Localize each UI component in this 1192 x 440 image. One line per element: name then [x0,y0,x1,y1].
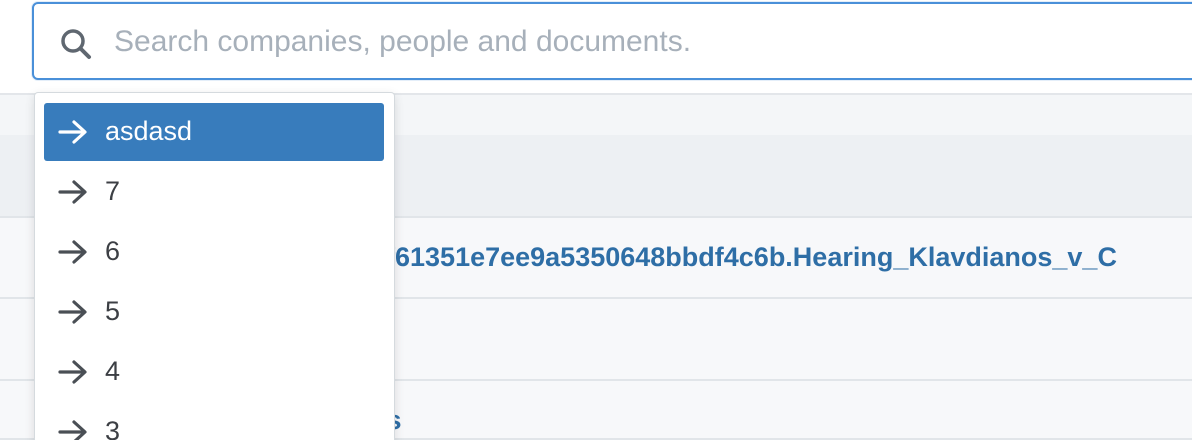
suggestion-item[interactable]: 5 [44,283,384,341]
document-link[interactable]: 3f61351e7ee9a5350648bbdf4c6b.Hearing_Kla… [371,242,1117,273]
suggestion-label: 6 [105,236,121,266]
suggestion-item[interactable]: 3 [44,403,384,440]
suggestion-item[interactable]: 7 [44,163,384,221]
suggestion-label: asdasd [105,116,193,146]
arrow-right-icon [58,180,87,204]
suggestion-label: 5 [105,296,121,326]
arrow-right-icon [58,240,87,264]
suggestion-label: 3 [105,416,121,440]
search-input[interactable] [114,18,1174,66]
arrow-right-icon [58,300,87,324]
suggestion-item[interactable]: asdasd [44,103,384,161]
search-bar[interactable] [32,2,1192,80]
suggestion-item[interactable]: 4 [44,343,384,401]
page: 3f61351e7ee9a5350648bbdf4c6b.Hearing_Kla… [0,0,1192,440]
suggestions-dropdown: asdasd 7 6 5 4 3 [34,92,395,440]
arrow-right-icon [58,120,87,144]
arrow-right-icon [58,420,87,440]
suggestion-label: 4 [105,356,121,386]
arrow-right-icon [58,360,87,384]
suggestion-label: 7 [105,176,121,206]
suggestion-item[interactable]: 6 [44,223,384,281]
search-icon [61,29,91,59]
